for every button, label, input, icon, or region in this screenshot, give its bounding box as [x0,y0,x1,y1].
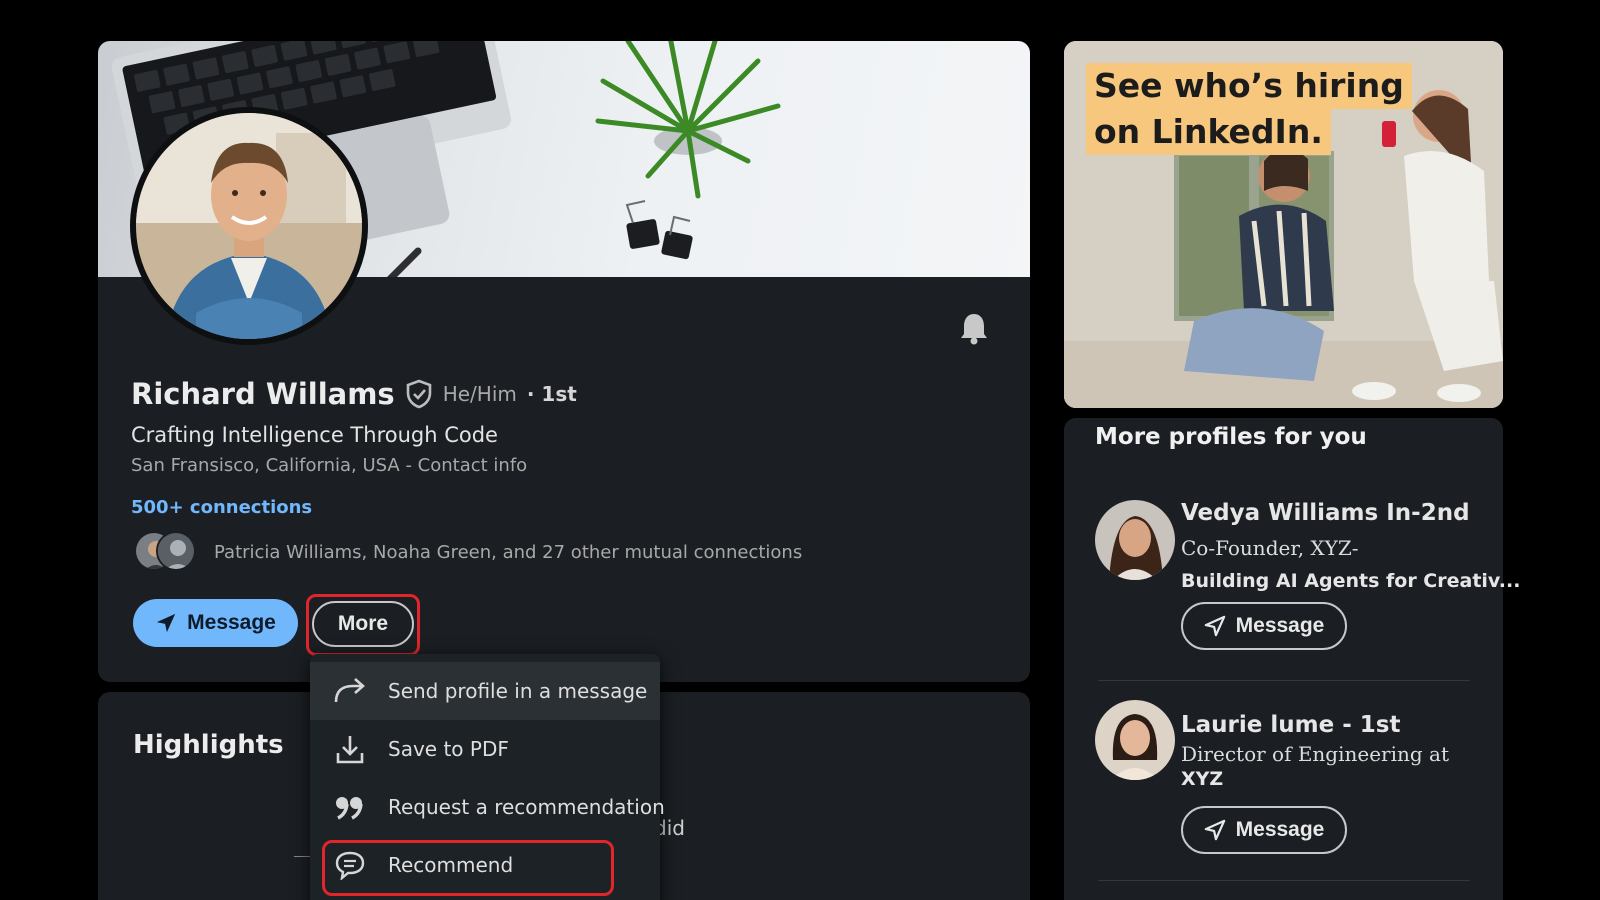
profile-pronouns: He/Him [442,382,517,406]
mutual-avatar [156,531,196,571]
connection-degree: · 1st [526,382,577,406]
ad-headline: See who’s hiring on LinkedIn. [1086,63,1412,155]
highlights-title: Highlights [133,730,284,760]
suggested-profile-title: Co-Founder, XYZ- [1181,536,1359,560]
profiles-divider [1098,680,1470,681]
suggested-profile-subtitle: XYZ [1181,768,1224,790]
profiles-divider [1098,880,1470,881]
suggested-profile-title: Director of Engineering at [1181,742,1450,766]
send-icon [1204,819,1225,841]
mutual-avatars [134,531,198,573]
menu-item-send-profile[interactable]: Send profile in a message [310,662,660,720]
profile-photo[interactable] [130,107,368,345]
download-icon [336,736,364,764]
more-profiles-card: More profiles for you Vedya Williams In-… [1064,418,1520,900]
message-button-label: Message [187,611,276,634]
menu-item-label: Request a recommendation [388,795,665,819]
quote-icon [336,797,363,820]
mutual-connections[interactable]: Patricia Williams, Noaha Green, and 27 o… [134,531,802,573]
recommend-highlight [322,840,614,896]
verified-shield-icon[interactable] [405,379,433,409]
suggested-message-button[interactable]: Message [1181,602,1347,650]
ad-headline-line2: on LinkedIn. [1086,109,1331,155]
mutual-connections-text: Patricia Williams, Noaha Green, and 27 o… [214,541,803,563]
suggested-message-button[interactable]: Message [1181,806,1347,854]
suggested-message-button-label: Message [1235,818,1325,841]
profile-headline: Crafting Intelligence Through Code [131,423,498,447]
notification-bell-icon[interactable] [958,311,990,345]
suggested-message-button-label: Message [1235,614,1325,637]
ad-headline-line1: See who’s hiring [1086,63,1412,109]
menu-item-label: Send profile in a message [388,679,648,703]
connections-link[interactable]: 500+ connections [131,497,312,518]
suggested-profile-subtitle: Building AI Agents for Creativ... [1181,570,1521,592]
suggested-profile-name[interactable]: Laurie lume - 1st [1181,712,1400,738]
profile-card: Richard Willams He/Him · 1st Crafting In… [98,41,1030,682]
suggested-profile-avatar[interactable] [1095,500,1175,580]
menu-item-request-recommendation[interactable]: Request a recommendation [310,778,665,836]
share-arrow-icon [334,678,365,703]
profile-name: Richard Willams [131,377,395,411]
send-icon [156,613,176,633]
profile-photo-image [136,113,362,339]
menu-item-save-pdf[interactable]: Save to PDF [310,720,660,778]
more-button-highlight [306,594,420,656]
name-row: Richard Willams He/Him · 1st [131,377,577,411]
menu-item-label: Save to PDF [388,737,509,761]
message-button[interactable]: Message [133,599,298,647]
hiring-ad[interactable]: See who’s hiring on LinkedIn. [1064,41,1503,408]
profile-location[interactable]: San Fransisco, California, USA - Contact… [131,455,527,476]
send-icon [1204,615,1225,637]
suggested-profile-avatar[interactable] [1095,700,1175,780]
suggested-profile-name[interactable]: Vedya Williams In-2nd [1181,500,1470,526]
more-profiles-title: More profiles for you [1095,424,1367,450]
